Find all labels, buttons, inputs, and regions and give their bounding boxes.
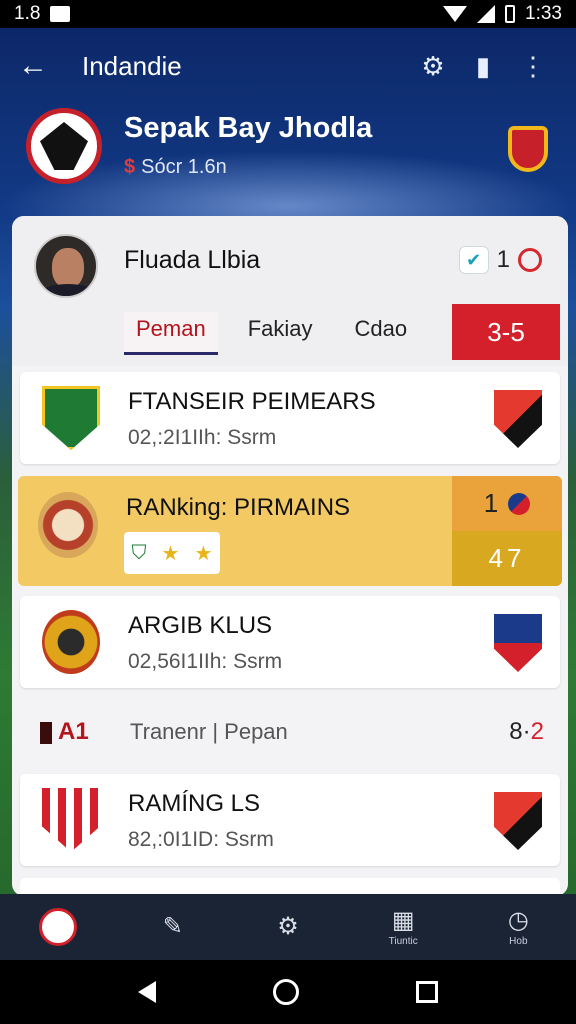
nav-club[interactable] xyxy=(18,897,98,957)
player-stat-value: 1 xyxy=(496,246,510,273)
opponent-crest-icon xyxy=(494,390,542,448)
team-crest-icon xyxy=(42,788,100,852)
status-left-text: 1.8 xyxy=(14,3,41,24)
club-logo-icon xyxy=(38,908,77,946)
system-back-icon[interactable] xyxy=(138,981,157,1003)
section-code: A1 xyxy=(40,718,130,746)
gear-icon[interactable]: ⚙ xyxy=(408,44,458,88)
row-title: RAMÍNG LS xyxy=(128,790,261,817)
row-subtitle: 02,56I1IIh: Ssrm xyxy=(128,650,283,673)
nav-edit[interactable]: ✎ xyxy=(133,897,213,957)
player-profile: Fluada Llbia ✔ 1 Peman Fakiay Cdao 3-5 xyxy=(12,216,568,366)
opponent-crest-icon xyxy=(494,792,542,850)
bottom-nav: ✎ ⚙ ▦ Tiuntic ◷ Hob xyxy=(0,894,576,960)
player-name: Fluada Llbia xyxy=(124,246,261,274)
mini-crest-icon xyxy=(508,492,531,515)
ranking-points: 47 xyxy=(452,531,562,586)
section-score-left: 8· xyxy=(509,718,531,745)
ball-icon xyxy=(518,248,542,272)
row-title: FTANSEIR PEIMEARS xyxy=(128,388,376,415)
nav-stats-label: Tiuntic xyxy=(388,935,418,947)
opponent-crest-icon xyxy=(494,614,542,672)
system-home-icon[interactable] xyxy=(272,979,299,1005)
tab-fakiay[interactable]: Fakiay xyxy=(236,312,325,355)
ranking-rank: 1 xyxy=(483,488,499,518)
club-subtitle-text: Sócr 1.6n xyxy=(141,156,227,178)
ranking-position: 1 xyxy=(452,476,562,531)
wifi-icon xyxy=(443,6,468,22)
club-header: Sepak Bay Jhodla $ Sócr 1.6n xyxy=(26,104,556,194)
tab-peman[interactable]: Peman xyxy=(124,312,218,355)
star-icon: ★ xyxy=(161,542,180,565)
transfer-divider: A1 Tranenr | Pepan 8·2 xyxy=(20,704,560,760)
profile-tabs: Peman Fakiay Cdao xyxy=(124,312,437,355)
check-icon[interactable]: ✔ xyxy=(458,246,489,274)
avatar[interactable] xyxy=(34,234,98,298)
battery-icon xyxy=(505,5,516,23)
club-subtitle: $ Sócr 1.6n xyxy=(124,156,227,179)
team-crest-icon xyxy=(38,492,98,558)
section-score-right: 2 xyxy=(530,718,544,745)
team-crest-icon xyxy=(42,610,100,674)
star-icon: ★ xyxy=(194,542,213,565)
list-item[interactable]: RAMÍNG LS 82,:0I1ID: Ssrm xyxy=(20,774,560,866)
section-score: 8·2 xyxy=(509,718,544,746)
gear-icon: ⚙ xyxy=(277,913,299,940)
ranking-row[interactable]: RANking: PIRMAINS ⛉ ★ ★ 1 47 xyxy=(18,476,562,586)
club-logo xyxy=(26,108,102,184)
timer-icon: ◷ xyxy=(507,906,529,934)
ranking-badges: ⛉ ★ ★ xyxy=(124,532,220,574)
list-item[interactable]: ARGIB KLUS 02,56I1IIh: Ssrm xyxy=(20,596,560,688)
cards-icon[interactable]: ▮ xyxy=(458,44,508,88)
section-code-text: A1 xyxy=(58,718,89,745)
row-subtitle: 02,:2I1IIh: Ssrm xyxy=(128,426,277,449)
player-stat: ✔ 1 xyxy=(458,246,542,274)
nav-timer-label: Hob xyxy=(509,935,528,947)
row-title: ARGIB KLUS xyxy=(128,612,273,639)
edit-icon: ✎ xyxy=(162,913,183,940)
signal-icon xyxy=(477,5,496,23)
nav-settings[interactable]: ⚙ xyxy=(248,897,328,957)
trophy-icon xyxy=(508,126,548,172)
row-subtitle: 82,:0I1ID: Ssrm xyxy=(128,828,274,851)
section-text: Tranenr | Pepan xyxy=(130,719,288,744)
grid-icon: ▦ xyxy=(391,906,415,934)
dollar-icon: $ xyxy=(124,156,136,178)
nav-stats[interactable]: ▦ Tiuntic xyxy=(363,897,443,957)
system-recents-icon[interactable] xyxy=(415,981,438,1003)
app-bar: ← Indandie ⚙ ▮ ⋮ xyxy=(0,36,576,96)
back-arrow-icon[interactable]: ← xyxy=(18,49,66,83)
shield-icon: ⛉ xyxy=(131,541,147,564)
club-name: Sepak Bay Jhodla xyxy=(124,112,373,144)
tab-cdao[interactable]: Cdao xyxy=(343,312,420,355)
team-crest-icon xyxy=(42,386,100,450)
status-bar: 1.8 1:33 xyxy=(0,0,576,28)
score-badge: 3-5 xyxy=(452,304,560,360)
more-vert-icon[interactable]: ⋮ xyxy=(508,44,558,88)
list-item[interactable]: FTANSEIR PEIMEARS 02,:2I1IIh: Ssrm xyxy=(20,372,560,464)
notification-icon xyxy=(50,6,71,22)
status-time: 1:33 xyxy=(525,3,562,24)
main-card: Fluada Llbia ✔ 1 Peman Fakiay Cdao 3-5 F… xyxy=(12,216,568,896)
app-title: Indandie xyxy=(82,50,182,81)
system-nav xyxy=(0,960,576,1024)
nav-timer[interactable]: ◷ Hob xyxy=(478,897,558,957)
ranking-title: RANking: PIRMAINS xyxy=(126,494,351,521)
